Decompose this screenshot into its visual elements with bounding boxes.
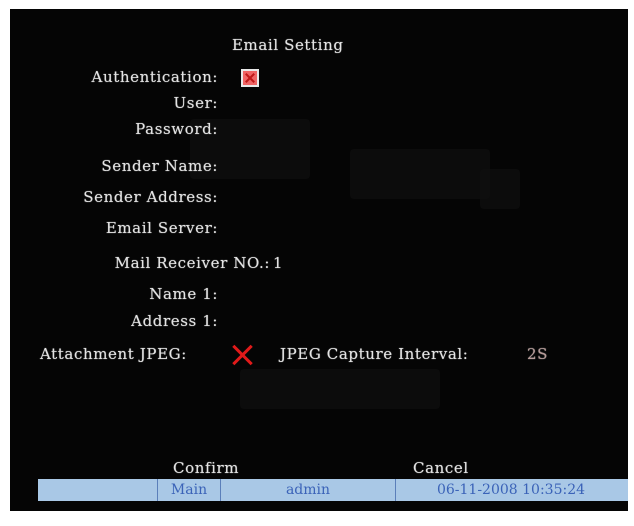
status-bar: Main admin 06-11-2008 10:35:24: [38, 479, 628, 501]
screen: Email Setting Authentication: User: Pass…: [0, 0, 634, 526]
attachment-jpeg-checkbox[interactable]: [229, 342, 255, 368]
user-label: User:: [173, 94, 218, 112]
jpeg-capture-interval-label: JPEG Capture Interval:: [280, 345, 469, 363]
dialog-title: Email Setting: [232, 36, 344, 54]
name1-label: Name 1:: [149, 285, 218, 303]
cancel-button[interactable]: Cancel: [413, 459, 469, 477]
background-noise: [240, 369, 440, 409]
background-noise: [480, 169, 520, 209]
background-noise: [350, 149, 490, 199]
status-bar-user: admin: [221, 479, 396, 501]
sender-name-label: Sender Name:: [101, 157, 218, 175]
authentication-label: Authentication:: [91, 68, 218, 86]
authentication-checkbox[interactable]: [241, 69, 259, 87]
jpeg-capture-interval-value[interactable]: 2S: [527, 345, 548, 363]
email-setting-dialog: Email Setting Authentication: User: Pass…: [10, 9, 628, 511]
status-bar-datetime: 06-11-2008 10:35:24: [436, 482, 586, 498]
sender-address-label: Sender Address:: [83, 188, 218, 206]
confirm-button[interactable]: Confirm: [173, 459, 239, 477]
status-bar-menu: Main: [158, 479, 221, 501]
mail-receiver-no-selector[interactable]: 1: [273, 254, 283, 272]
status-bar-blank: [38, 479, 158, 501]
attachment-jpeg-label: Attachment JPEG:: [40, 345, 187, 363]
mail-receiver-no-label: Mail Receiver NO.:: [114, 254, 270, 272]
address1-label: Address 1:: [131, 312, 218, 330]
password-label: Password:: [135, 120, 218, 138]
email-server-label: Email Server:: [105, 219, 218, 237]
